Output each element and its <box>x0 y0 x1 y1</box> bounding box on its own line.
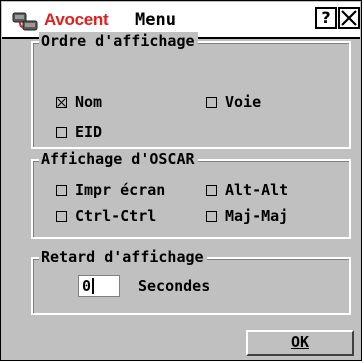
alt-alt-checkbox[interactable]: Alt-Alt <box>206 181 288 199</box>
checkbox-icon <box>56 211 67 222</box>
window-title: Menu <box>135 10 176 30</box>
close-button[interactable] <box>338 7 360 29</box>
checkbox-icon <box>206 185 217 196</box>
checkbox-checked-icon <box>56 97 67 108</box>
ctrl-ctrl-checkbox[interactable]: Ctrl-Ctrl <box>56 207 156 225</box>
order-by-eid-checkbox[interactable]: EID <box>56 123 102 141</box>
shift-shift-checkbox[interactable]: Maj-Maj <box>206 207 288 225</box>
checkbox-icon <box>206 211 217 222</box>
ok-button-label: OK <box>290 333 310 351</box>
delay-unit-label: Secondes <box>138 277 211 295</box>
checkbox-icon <box>206 97 217 108</box>
kvm-switch-icon <box>12 12 38 31</box>
delay-value: 0 <box>82 277 92 295</box>
display-order-legend: Ordre d'affichage <box>39 32 198 50</box>
order-by-name-checkbox[interactable]: Nom <box>56 93 102 111</box>
help-button[interactable]: ? <box>315 7 337 29</box>
alt-alt-label: Alt-Alt <box>225 181 289 199</box>
checkbox-icon <box>56 185 67 196</box>
ok-button[interactable]: OK <box>246 330 354 356</box>
close-icon <box>341 10 357 26</box>
oscar-display-legend: Affichage d'OSCAR <box>39 150 198 168</box>
shift-shift-label: Maj-Maj <box>225 207 289 225</box>
checkbox-icon <box>56 127 67 138</box>
text-caret <box>92 278 95 294</box>
oscar-display-group: Affichage d'OSCAR <box>31 150 351 239</box>
order-by-eid-label: EID <box>75 123 103 141</box>
ctrl-ctrl-label: Ctrl-Ctrl <box>75 207 157 225</box>
display-delay-legend: Retard d'affichage <box>39 248 207 266</box>
order-by-name-label: Nom <box>75 93 103 111</box>
order-by-channel-checkbox[interactable]: Voie <box>206 93 261 111</box>
print-screen-label: Impr écran <box>75 181 166 199</box>
print-screen-checkbox[interactable]: Impr écran <box>56 181 165 199</box>
order-by-channel-label: Voie <box>225 93 262 111</box>
delay-seconds-input[interactable]: 0 <box>78 275 120 297</box>
brand-logo: Avocent <box>44 10 109 29</box>
avocent-menu-window: Avocent Menu ? Ordre d'affichage Nom Voi… <box>0 0 362 361</box>
